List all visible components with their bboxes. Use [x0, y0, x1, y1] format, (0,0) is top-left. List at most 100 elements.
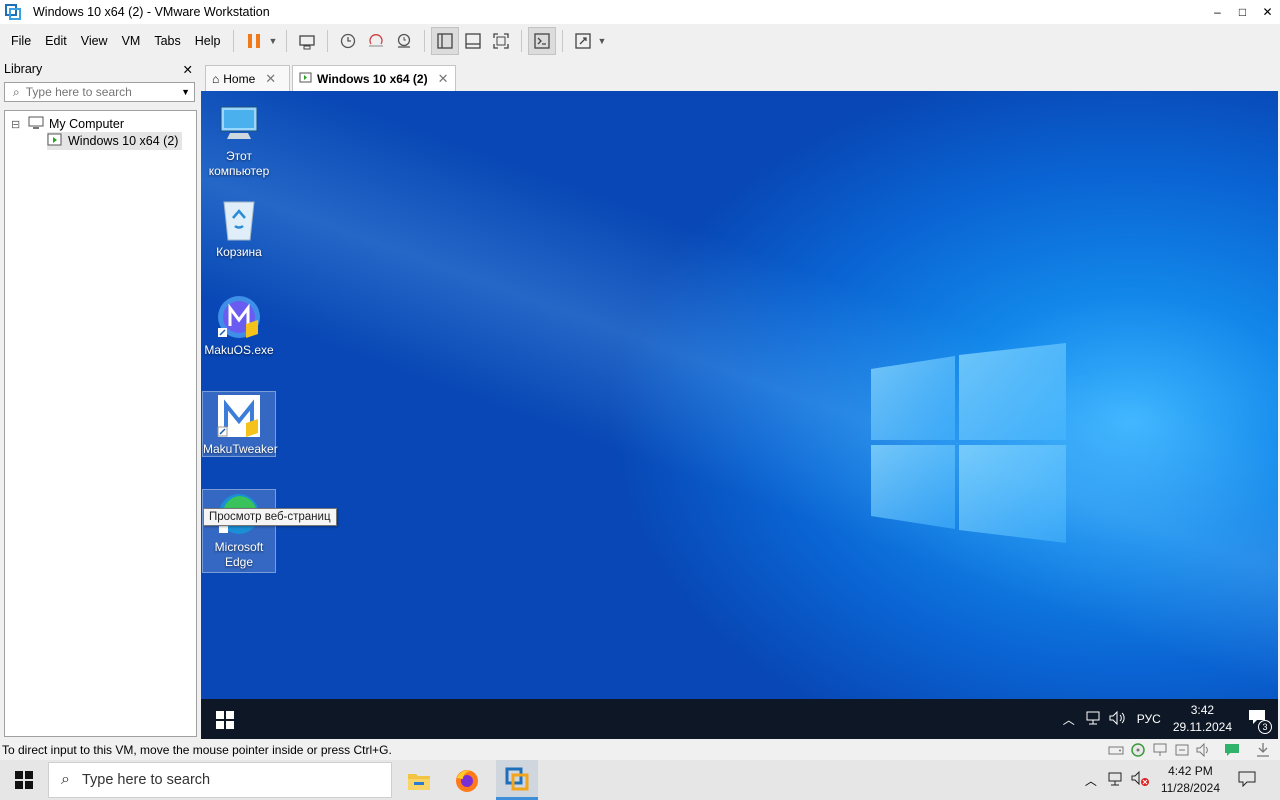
download-icon[interactable] — [1256, 742, 1270, 761]
host-clock[interactable]: 4:42 PM 11/28/2024 — [1161, 763, 1220, 797]
toolbar-separator — [233, 29, 235, 52]
makuos-icon — [215, 293, 263, 341]
action-center-button[interactable]: 3 — [1246, 707, 1272, 734]
tree-expander-icon[interactable]: ⊟ — [11, 118, 25, 131]
snapshot-clock-icon — [341, 33, 356, 48]
windows-start-icon — [216, 711, 234, 729]
window-titlebar: Windows 10 x64 (2) - VMware Workstation … — [0, 0, 1280, 24]
tab-windows-vm-label: Windows 10 x64 (2) — [317, 72, 428, 86]
show-library-button[interactable] — [431, 26, 460, 55]
send-ctrl-alt-del-button[interactable] — [293, 27, 321, 55]
search-dropdown-arrow-icon[interactable]: ▼ — [181, 87, 190, 97]
tab-bar: ⌂ Home ✕ Windows 10 x64 (2) ✕ — [202, 62, 1280, 92]
cd-dvd-icon[interactable] — [1130, 742, 1146, 761]
vmware-icon — [505, 767, 529, 790]
host-time: 4:42 PM — [1168, 764, 1213, 778]
taskbar-vmware-workstation[interactable] — [496, 760, 538, 800]
maximize-button[interactable]: □ — [1230, 0, 1255, 24]
host-date: 11/28/2024 — [1160, 781, 1220, 795]
library-search-box[interactable]: ⌕ ▼ — [4, 82, 195, 102]
pause-dropdown-arrow-icon[interactable]: ▼ — [268, 36, 280, 46]
show-hidden-icons-chevron-icon[interactable]: ︿ — [1063, 711, 1075, 728]
language-indicator[interactable]: РУС — [1137, 712, 1161, 726]
vm-console-screen[interactable]: Этот компьютер Корзина MakuOS.exe MakuTw… — [201, 91, 1278, 699]
fullscreen-icon — [493, 32, 510, 49]
tab-windows-vm[interactable]: Windows 10 x64 (2) ✕ — [292, 65, 456, 92]
network-adapter-icon[interactable] — [1152, 743, 1168, 760]
menu-vm[interactable]: VM — [115, 24, 148, 57]
tab-windows-vm-close-icon[interactable]: ✕ — [438, 71, 449, 87]
toolbar-separator — [424, 29, 426, 52]
network-icon[interactable] — [1107, 772, 1125, 789]
menu-file[interactable]: File — [4, 24, 38, 57]
guest-time: 3:42 — [1190, 703, 1215, 717]
stretch-icon — [575, 32, 592, 49]
host-search-box[interactable]: ⌕ Type here to search — [48, 762, 392, 798]
desktop-icon-makuos[interactable]: MakuOS.exe — [202, 293, 276, 358]
stretch-guest-button[interactable] — [569, 27, 597, 55]
taskbar-firefox[interactable] — [452, 766, 482, 796]
stretch-dropdown-arrow-icon[interactable]: ▼ — [597, 36, 609, 46]
this-pc-icon — [215, 99, 263, 147]
recycle-bin-icon — [215, 195, 263, 243]
console-view-button[interactable] — [528, 26, 557, 55]
library-panel-icon — [437, 32, 454, 49]
tab-home[interactable]: ⌂ Home ✕ — [205, 65, 290, 92]
vm-tab-icon — [299, 72, 312, 87]
volume-icon[interactable] — [1109, 710, 1127, 728]
host-taskbar: ⌕ Type here to search ︿ 4:42 PM 11/28/20… — [0, 760, 1280, 800]
menu-help[interactable]: Help — [188, 24, 228, 57]
tree-item-windows-10-vm[interactable]: Windows 10 x64 (2) — [47, 132, 183, 150]
thumbnail-bar-icon — [465, 32, 482, 49]
notifications-icon[interactable] — [1238, 771, 1256, 790]
console-icon — [534, 32, 551, 49]
window-title: Windows 10 x64 (2) - VMware Workstation — [33, 5, 270, 19]
windows-start-icon — [15, 771, 33, 789]
full-screen-button[interactable] — [487, 27, 515, 55]
desktop-icon-label: MakuOS.exe — [204, 343, 274, 357]
menu-tabs[interactable]: Tabs — [147, 24, 187, 57]
wallpaper-light-beam — [201, 91, 1278, 699]
desktop-icon-label: Microsoft Edge — [214, 540, 264, 569]
makutweaker-icon — [215, 392, 263, 440]
take-snapshot-button[interactable] — [334, 27, 362, 55]
usb-controller-icon[interactable] — [1174, 743, 1190, 760]
library-tree: ⊟ My Computer Windows 10 x64 (2) — [4, 110, 197, 737]
host-search-placeholder: Type here to search — [81, 772, 211, 788]
hard-disk-icon[interactable] — [1108, 743, 1124, 760]
sound-card-icon[interactable] — [1196, 742, 1212, 760]
revert-snapshot-button[interactable] — [362, 27, 390, 55]
host-start-button[interactable] — [15, 771, 33, 792]
network-icon[interactable] — [1085, 711, 1101, 728]
menu-edit[interactable]: Edit — [38, 24, 74, 57]
show-thumbnail-bar-button[interactable] — [459, 27, 487, 55]
volume-muted-icon[interactable] — [1131, 770, 1151, 790]
taskbar-file-explorer[interactable] — [404, 766, 434, 796]
notification-count-badge: 3 — [1258, 720, 1272, 734]
desktop-icon-makutweaker[interactable]: MakuTweaker — [202, 391, 278, 457]
show-hidden-icons-chevron-icon[interactable]: ︿ — [1085, 772, 1097, 789]
search-icon: ⌕ — [13, 84, 20, 99]
windows-logo-wallpaper — [871, 343, 1066, 543]
tab-home-close-icon[interactable]: ✕ — [265, 71, 276, 87]
guest-clock[interactable]: 3:42 29.11.2024 — [1173, 702, 1232, 736]
desktop-icon-label: Этот компьютер — [208, 149, 270, 178]
guest-start-button[interactable] — [216, 711, 234, 732]
pause-vm-button[interactable] — [240, 27, 268, 55]
library-close-icon[interactable]: ✕ — [183, 62, 193, 77]
vm-running-icon — [47, 133, 65, 150]
desktop-icon-this-pc[interactable]: Этот компьютер — [202, 99, 276, 179]
status-bar: To direct input to this VM, move the mou… — [0, 740, 1280, 760]
desktop-icon-recycle-bin[interactable]: Корзина — [202, 195, 276, 260]
tree-item-my-computer[interactable]: ⊟ My Computer — [11, 115, 124, 133]
message-log-icon[interactable] — [1224, 743, 1240, 760]
menu-view[interactable]: View — [74, 24, 115, 57]
library-panel: Library ✕ ⌕ ▼ ⊟ My Computer Windows 10 x… — [0, 58, 199, 739]
snapshot-manager-button[interactable] — [390, 27, 418, 55]
firefox-icon — [456, 770, 478, 792]
minimize-button[interactable]: – — [1205, 0, 1230, 24]
close-window-button[interactable]: ✕ — [1255, 0, 1280, 24]
library-search-input[interactable] — [25, 85, 166, 99]
desktop-icon-microsoft-edge[interactable]: Microsoft Edge — [202, 489, 276, 573]
vmware-app-icon — [5, 4, 21, 20]
